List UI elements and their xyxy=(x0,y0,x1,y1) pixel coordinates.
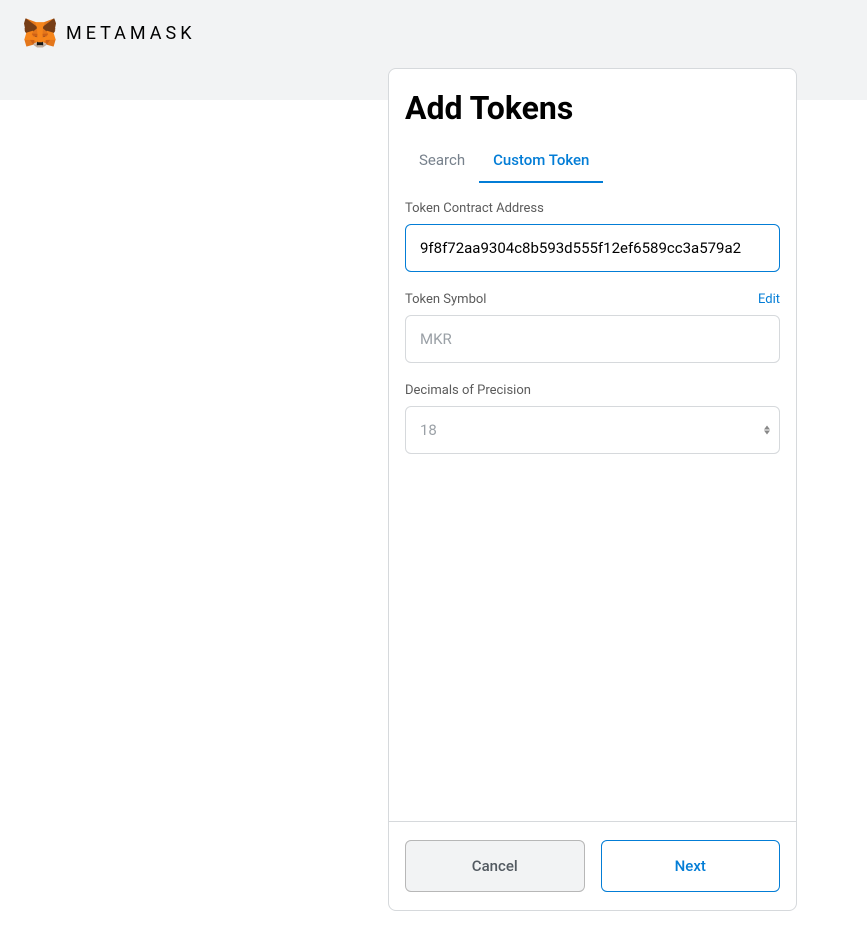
tab-search[interactable]: Search xyxy=(405,139,479,183)
tabs: Search Custom Token xyxy=(389,139,796,183)
tab-custom-token[interactable]: Custom Token xyxy=(479,139,603,183)
token-symbol-input[interactable] xyxy=(405,315,780,363)
edit-symbol-link[interactable]: Edit xyxy=(758,292,780,307)
contract-address-label: Token Contract Address xyxy=(405,201,544,216)
next-button[interactable]: Next xyxy=(601,840,781,892)
metamask-fox-icon xyxy=(24,18,56,48)
form: Token Contract Address Token Symbol Edit… xyxy=(389,183,796,821)
brand-name: METAMASK xyxy=(66,23,196,44)
decimals-input[interactable] xyxy=(405,406,780,454)
cancel-button[interactable]: Cancel xyxy=(405,840,585,892)
contract-address-field: Token Contract Address xyxy=(405,201,780,272)
contract-address-input[interactable] xyxy=(405,224,780,272)
modal-footer: Cancel Next xyxy=(389,821,796,910)
modal-title: Add Tokens xyxy=(389,69,796,139)
decimals-field: Decimals of Precision xyxy=(405,383,780,454)
stepper-up-icon[interactable] xyxy=(764,426,770,430)
decimals-label: Decimals of Precision xyxy=(405,383,531,398)
logo: METAMASK xyxy=(24,18,196,48)
decimals-stepper[interactable] xyxy=(764,426,770,435)
stepper-down-icon[interactable] xyxy=(764,431,770,435)
token-symbol-field: Token Symbol Edit xyxy=(405,292,780,363)
token-symbol-label: Token Symbol xyxy=(405,292,486,307)
add-tokens-modal: Add Tokens Search Custom Token Token Con… xyxy=(388,68,797,911)
